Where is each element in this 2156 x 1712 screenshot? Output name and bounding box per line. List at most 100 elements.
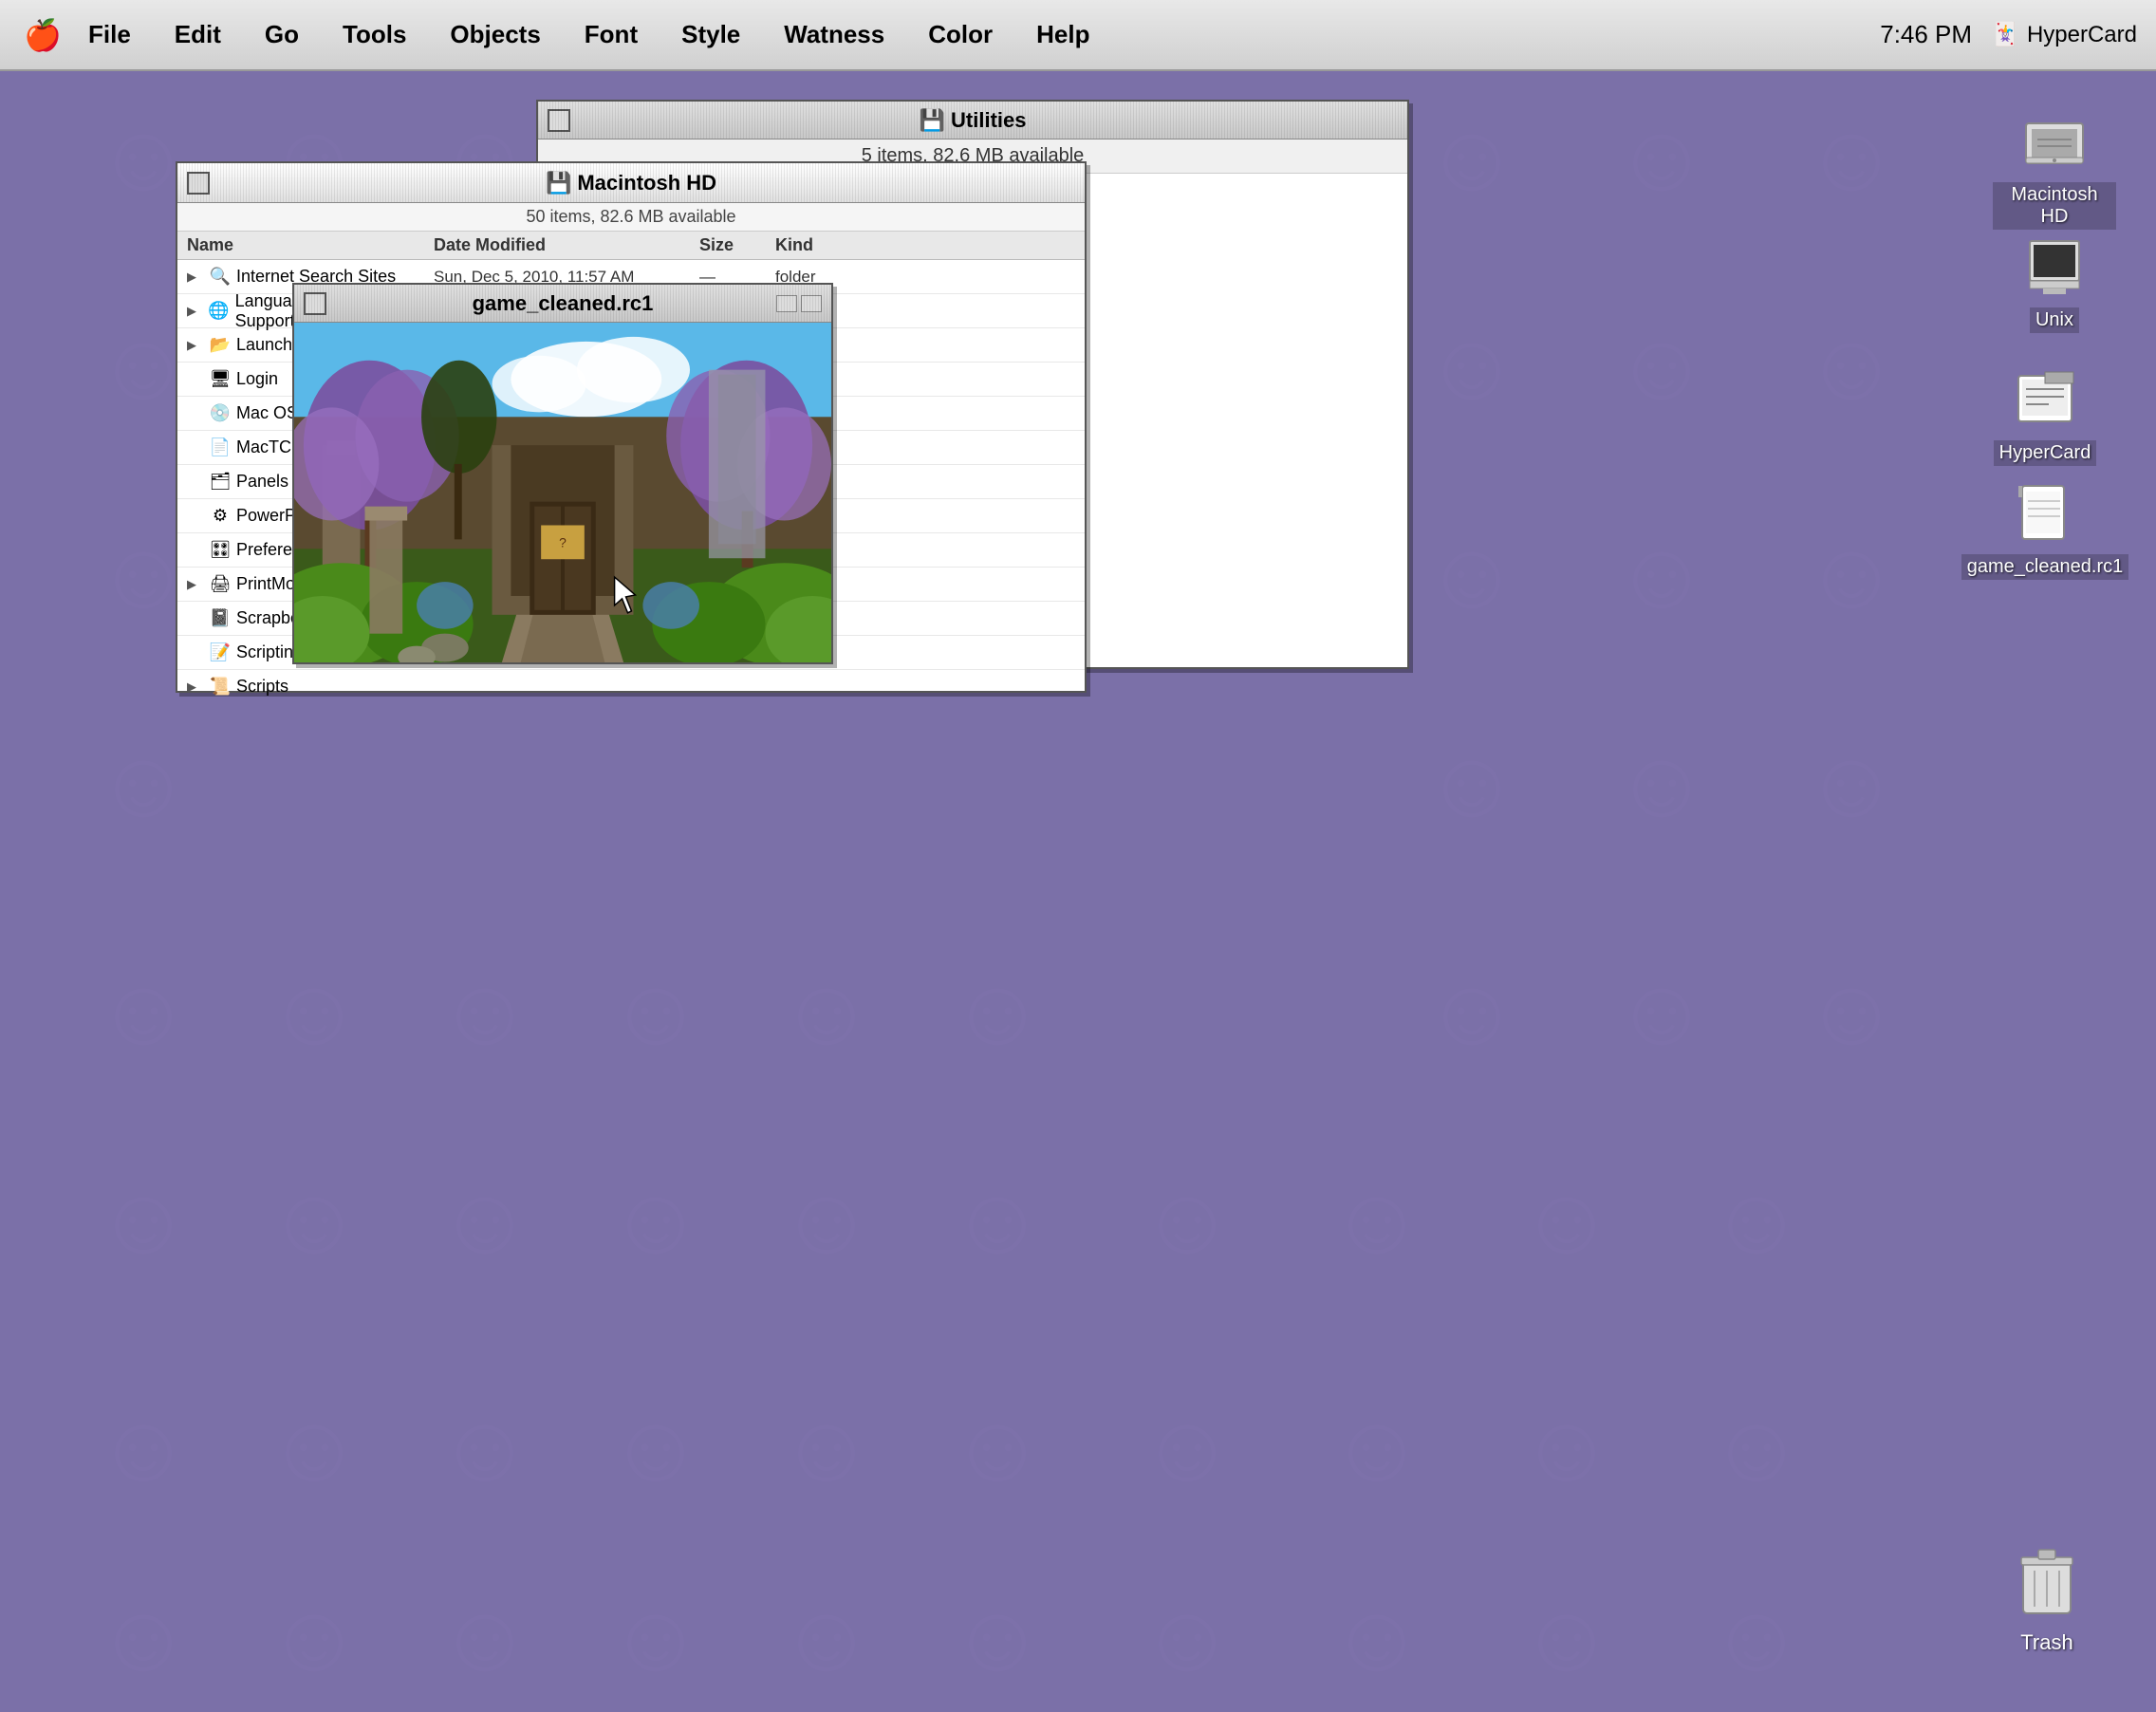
svg-text:☺: ☺ [1613, 104, 1710, 211]
svg-text:☺: ☺ [607, 958, 704, 1065]
menu-edit[interactable]: Edit [167, 16, 229, 53]
svg-text:☺: ☺ [778, 958, 875, 1065]
mac-hd-disk-icon: 💾 [546, 171, 571, 195]
file-icon: 🔍 [210, 267, 231, 288]
desktop-icon-game-cleaned[interactable]: game_cleaned.rc1 [1983, 475, 2107, 580]
file-icon: 🌐 [209, 301, 230, 322]
svg-text:☺: ☺ [607, 1167, 704, 1274]
hypercard-menu-item[interactable]: 🃏 HyperCard [1991, 21, 2137, 48]
menu-font[interactable]: Font [577, 16, 645, 53]
col-date: Date Modified [434, 235, 699, 255]
file-icon: 🗂 [210, 472, 231, 493]
svg-text:☺: ☺ [1803, 104, 1900, 211]
apple-menu[interactable]: 🍎 [19, 11, 66, 59]
menu-color[interactable]: Color [920, 16, 1000, 53]
svg-text:☺: ☺ [1518, 1395, 1615, 1501]
utilities-window-title: 💾 Utilities [920, 108, 1027, 133]
utilities-titlebar: 💾 Utilities [538, 102, 1407, 140]
file-name: Panels [236, 472, 288, 492]
menu-objects[interactable]: Objects [442, 16, 548, 53]
menu-style[interactable]: Style [674, 16, 748, 53]
menu-tools[interactable]: Tools [335, 16, 414, 53]
svg-text:☺: ☺ [949, 1395, 1046, 1501]
menu-go[interactable]: Go [257, 16, 307, 53]
file-icon: 📂 [210, 335, 231, 356]
game-window: game_cleaned.rc1 [292, 283, 833, 664]
expand-triangle: ▶ [187, 577, 204, 592]
col-size: Size [699, 235, 775, 255]
svg-text:☺: ☺ [1329, 1585, 1425, 1691]
file-icon: 📝 [210, 642, 231, 663]
svg-text:☺: ☺ [1139, 1395, 1236, 1501]
desktop-icon-unix[interactable]: Unix [1993, 228, 2116, 333]
file-icon: 📄 [210, 437, 231, 458]
expand-triangle: ▶ [187, 270, 204, 285]
svg-text:☺: ☺ [266, 958, 362, 1065]
apple-icon: 🍎 [24, 17, 62, 53]
col-kind: Kind [775, 235, 1075, 255]
expand-triangle: ▶ [187, 679, 204, 695]
svg-text:☺: ☺ [1423, 522, 1520, 628]
svg-text:☺: ☺ [1803, 313, 1900, 419]
game-cleaned-label: game_cleaned.rc1 [1961, 554, 2129, 580]
file-icon: 🖥 [210, 369, 231, 390]
svg-text:☺: ☺ [1423, 104, 1520, 211]
svg-text:☺: ☺ [778, 1395, 875, 1501]
svg-text:☺: ☺ [1139, 1167, 1236, 1274]
desktop-icon-macintosh-hd[interactable]: Macintosh HD [1993, 102, 2116, 230]
svg-text:☺: ☺ [1803, 731, 1900, 837]
svg-text:☺: ☺ [95, 1167, 192, 1274]
macintosh-hd-label: Macintosh HD [1993, 182, 2116, 230]
svg-text:☺: ☺ [1708, 1167, 1805, 1274]
svg-text:☺: ☺ [1803, 958, 1900, 1065]
mac-hd-info: 50 items, 82.6 MB available [177, 203, 1085, 232]
file-icon: 🖨 [210, 574, 231, 595]
hypercard-icon-img [2007, 361, 2083, 437]
svg-text:☺: ☺ [1329, 1395, 1425, 1501]
hypercard-label: HyperCard [1994, 440, 2097, 466]
table-row[interactable]: ▶ 📜 Scripts [177, 670, 1085, 697]
svg-text:☺: ☺ [1139, 1585, 1236, 1691]
svg-text:☺: ☺ [1423, 731, 1520, 837]
menu-help[interactable]: Help [1029, 16, 1097, 53]
svg-text:☺: ☺ [1423, 958, 1520, 1065]
svg-text:☺: ☺ [1518, 1167, 1615, 1274]
file-icon: 📓 [210, 608, 231, 629]
macintosh-hd-icon [2017, 102, 2092, 178]
file-icon: ⚙ [210, 506, 231, 527]
desktop-icon-hypercard[interactable]: HyperCard [1983, 361, 2107, 466]
menubar-items: File Edit Go Tools Objects Font Style Wa… [81, 16, 1880, 53]
mac-hd-titlebar: 💾 Macintosh HD [177, 163, 1085, 203]
svg-text:☺: ☺ [778, 1585, 875, 1691]
game-scene-svg: ? [294, 323, 831, 662]
file-name: Scripts [236, 677, 288, 697]
svg-text:☺: ☺ [1613, 958, 1710, 1065]
unix-label: Unix [2030, 307, 2079, 333]
game-cleaned-icon-img [2007, 475, 2083, 550]
unix-icon [2017, 228, 2092, 304]
file-icon: 📜 [210, 677, 231, 698]
time-display: 7:46 PM [1880, 20, 1972, 49]
file-icon: 💿 [210, 403, 231, 424]
svg-text:☺: ☺ [266, 1167, 362, 1274]
svg-text:☺: ☺ [778, 1167, 875, 1274]
svg-text:☺: ☺ [437, 1585, 533, 1691]
svg-text:☺: ☺ [95, 1585, 192, 1691]
expand-triangle: ▶ [187, 338, 204, 353]
svg-text:☺: ☺ [1613, 313, 1710, 419]
file-icon: 🎛 [210, 540, 231, 561]
svg-text:☺: ☺ [1423, 313, 1520, 419]
svg-text:?: ? [559, 534, 567, 549]
svg-text:☺: ☺ [95, 958, 192, 1065]
menu-watness[interactable]: Watness [776, 16, 892, 53]
svg-text:☺: ☺ [1708, 1585, 1805, 1691]
menu-file[interactable]: File [81, 16, 139, 53]
game-titlebar: game_cleaned.rc1 [294, 285, 831, 323]
svg-text:☺: ☺ [1708, 1395, 1805, 1501]
svg-text:☺: ☺ [1329, 1167, 1425, 1274]
trash-icon[interactable]: Trash [2014, 1542, 2080, 1655]
file-name-cell: ▶ 📜 Scripts [187, 677, 434, 698]
svg-text:☺: ☺ [95, 731, 192, 837]
svg-text:☺: ☺ [1803, 522, 1900, 628]
svg-text:☺: ☺ [607, 1395, 704, 1501]
